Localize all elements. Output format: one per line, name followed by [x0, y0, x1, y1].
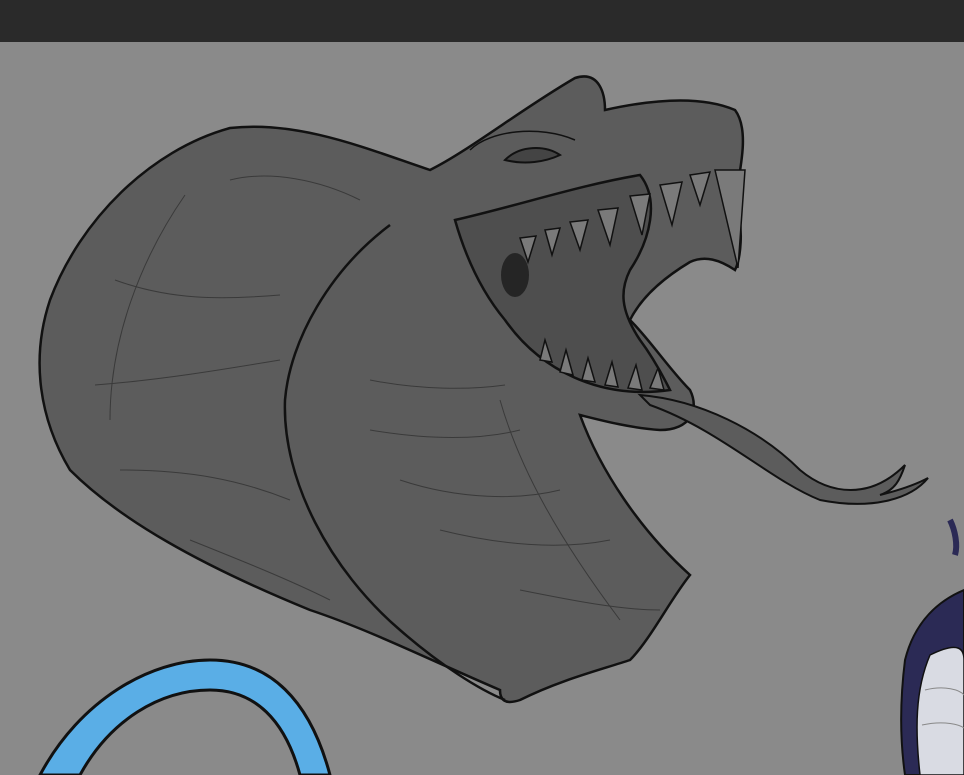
tongue	[637, 393, 929, 505]
drawing-canvas[interactable]	[0, 42, 964, 775]
top-toolbar	[0, 0, 964, 42]
artwork-layer	[38, 75, 964, 775]
blue-coil	[38, 658, 332, 775]
